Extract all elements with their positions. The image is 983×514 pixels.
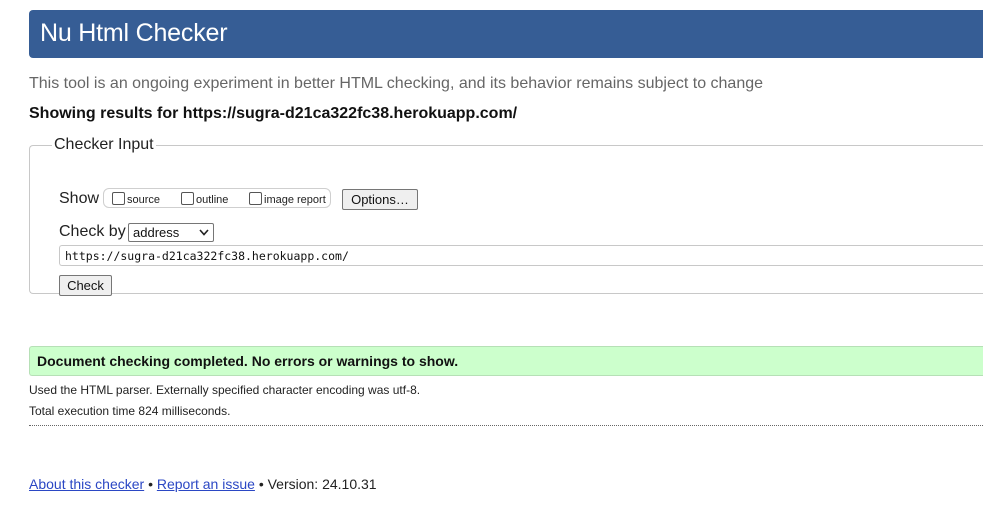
check-by-label: Check by	[59, 223, 126, 240]
check-by-select[interactable]: address	[128, 223, 214, 242]
about-checker-link[interactable]: About this checker	[29, 476, 144, 492]
success-text: Document checking completed. No errors o…	[37, 353, 459, 369]
success-message: Document checking completed. No errors o…	[29, 346, 983, 376]
page-title: Nu Html Checker	[40, 19, 228, 47]
show-options-group: source outline image report	[103, 188, 331, 208]
check-button[interactable]: Check	[59, 275, 112, 296]
source-checkbox[interactable]	[112, 192, 125, 205]
outline-checkbox-label[interactable]: outline	[196, 194, 228, 206]
footer: About this checker • Report an issue • V…	[29, 476, 377, 492]
results-divider	[29, 425, 983, 426]
report-issue-link[interactable]: Report an issue	[157, 476, 255, 492]
source-checkbox-label[interactable]: source	[127, 194, 160, 206]
version-text: Version: 24.10.31	[267, 476, 377, 492]
checker-input-fieldset: Checker Input Show source outline image …	[29, 136, 983, 296]
url-input[interactable]: https://sugra-d21ca322fc38.herokuapp.com…	[59, 245, 983, 266]
showing-results-heading: Showing results for https://sugra-d21ca3…	[29, 105, 518, 122]
options-button[interactable]: Options…	[342, 189, 418, 210]
check-by-selected-value: address	[133, 225, 180, 240]
page-header: Nu Html Checker	[29, 10, 983, 58]
outline-checkbox[interactable]	[181, 192, 194, 205]
checker-input-legend: Checker Input	[54, 136, 154, 153]
footer-separator: •	[148, 476, 153, 492]
image-report-checkbox-label[interactable]: image report	[264, 194, 326, 206]
execution-time: Total execution time 824 milliseconds.	[29, 404, 231, 418]
show-label: Show	[59, 190, 100, 207]
tagline: This tool is an ongoing experiment in be…	[29, 75, 764, 92]
chevron-down-icon	[199, 229, 209, 236]
footer-separator: •	[258, 476, 264, 492]
parser-info: Used the HTML parser. Externally specifi…	[29, 383, 421, 397]
image-report-checkbox[interactable]	[249, 192, 262, 205]
